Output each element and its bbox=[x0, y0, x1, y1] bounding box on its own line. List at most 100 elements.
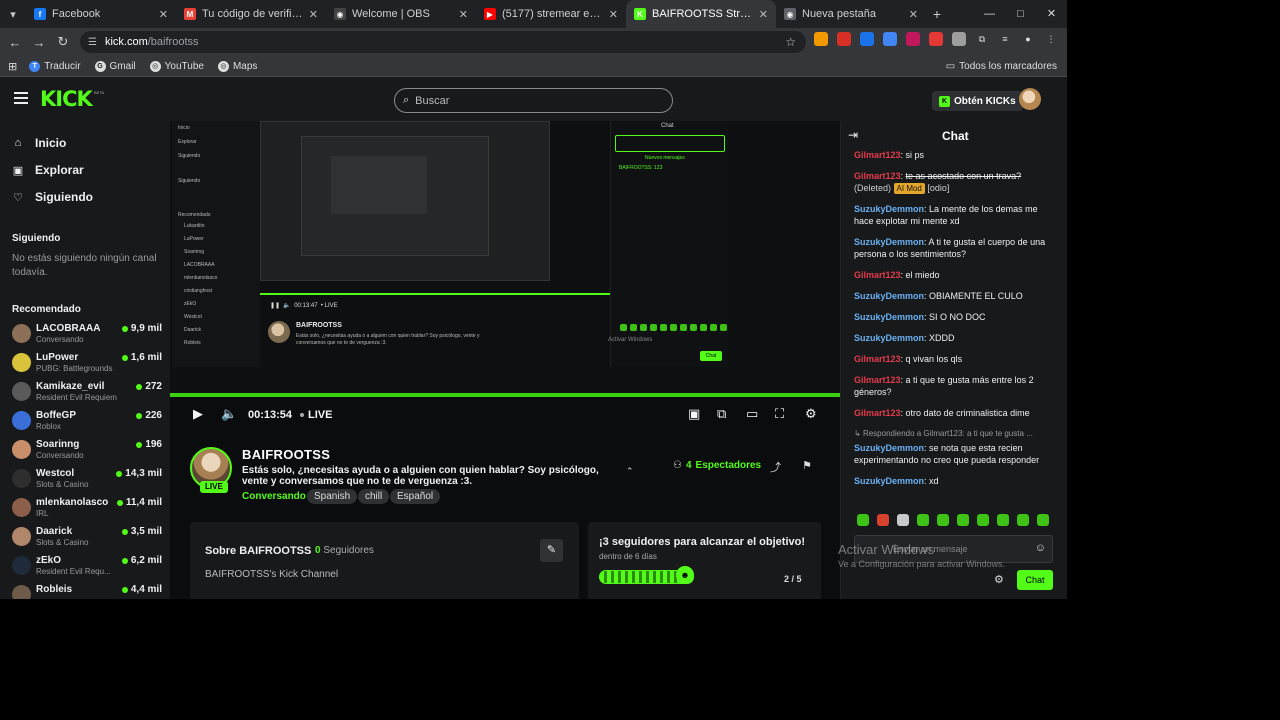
fullscreen-icon[interactable]: ⛶ bbox=[775, 406, 784, 422]
nav-home[interactable]: ⌂ Inicio bbox=[12, 136, 67, 150]
video-player[interactable]: Inicio Explorar Siguiendo Siguiendo Reco… bbox=[170, 121, 840, 393]
emote-icon[interactable] bbox=[957, 514, 969, 526]
emote-icon[interactable] bbox=[1037, 514, 1049, 526]
menu-icon[interactable] bbox=[14, 92, 28, 104]
maximize-icon[interactable]: □ bbox=[1005, 0, 1036, 28]
bookmark-gmail[interactable]: G Gmail bbox=[94, 60, 136, 72]
browser-tab[interactable]: ◉ Welcome | OBS ✕ bbox=[326, 0, 476, 28]
puzzle-icon[interactable]: ⧉ bbox=[975, 32, 989, 46]
chat-username[interactable]: SuzukyDemmon bbox=[854, 333, 924, 343]
reading-list-icon[interactable]: ≡ bbox=[998, 32, 1012, 46]
profile-icon[interactable]: ● bbox=[1021, 32, 1035, 46]
bookmark-maps[interactable]: ◎ Maps bbox=[217, 60, 257, 72]
extension-icon[interactable] bbox=[883, 32, 897, 46]
browser-tab[interactable]: f Facebook ✕ bbox=[26, 0, 176, 28]
chat-username[interactable]: SuzukyDemmon bbox=[854, 443, 924, 453]
stream-category[interactable]: Conversando bbox=[242, 491, 306, 502]
tag-chill[interactable]: chill bbox=[358, 489, 390, 504]
recommended-channel[interactable]: LuPower PUBG: Battlegrounds 1,6 mil bbox=[12, 349, 162, 377]
tab-close-icon[interactable]: ✕ bbox=[309, 8, 318, 21]
extension-icon[interactable] bbox=[952, 32, 966, 46]
recommended-channel[interactable]: Daarick Slots & Casino 3,5 mil bbox=[12, 523, 162, 551]
emote-icon[interactable] bbox=[877, 514, 889, 526]
extension-icon[interactable] bbox=[837, 32, 851, 46]
settings-gear-icon[interactable]: ⚙ bbox=[805, 406, 817, 422]
back-icon[interactable]: ← bbox=[3, 35, 27, 50]
collapse-chat-icon[interactable]: ⇥ bbox=[848, 128, 858, 142]
emote-icon[interactable] bbox=[937, 514, 949, 526]
chat-username[interactable]: SuzukyDemmon bbox=[854, 476, 924, 486]
emote-icon[interactable] bbox=[977, 514, 989, 526]
clip-icon[interactable]: ⧉ bbox=[717, 406, 726, 422]
recommended-channel[interactable]: zEkO Resident Evil Requ... 6,2 mil bbox=[12, 552, 162, 580]
get-kicks-button[interactable]: K Obtén KICKs bbox=[932, 91, 1023, 111]
recommended-channel[interactable]: Robleis 4,4 mil bbox=[12, 581, 162, 599]
chevron-up-icon[interactable]: ⌃ bbox=[626, 466, 634, 477]
play-icon[interactable]: ▶ bbox=[193, 406, 203, 422]
forward-icon[interactable]: → bbox=[27, 35, 51, 50]
address-bar[interactable]: ☰ kick.com/baifrootss ☆ bbox=[80, 31, 806, 53]
search-input[interactable]: ⌕ Buscar bbox=[394, 88, 673, 113]
emote-icon[interactable] bbox=[917, 514, 929, 526]
recommended-channel[interactable]: mlenkanolasco IRL 11,4 mil bbox=[12, 494, 162, 522]
tab-search-icon[interactable]: ▾ bbox=[0, 0, 26, 28]
share-icon[interactable]: ⤴ bbox=[770, 459, 781, 475]
report-icon[interactable]: ⚑ bbox=[802, 459, 812, 472]
recommended-channel[interactable]: Soarinng Conversando 196 bbox=[12, 436, 162, 464]
emoji-icon[interactable]: ☺ bbox=[1035, 542, 1046, 554]
bookmark-traducir[interactable]: T Traducir bbox=[29, 60, 81, 72]
tag-spanish[interactable]: Spanish bbox=[307, 489, 358, 504]
recommended-channel[interactable]: BoffeGP Roblox 226 bbox=[12, 407, 162, 435]
chat-settings-icon[interactable]: ⚙ bbox=[994, 573, 1004, 586]
site-info-icon[interactable]: ☰ bbox=[88, 37, 97, 48]
tag-espanol[interactable]: Español bbox=[390, 489, 441, 504]
volume-icon[interactable]: 🔈 bbox=[221, 406, 237, 422]
tab-close-icon[interactable]: ✕ bbox=[759, 8, 768, 21]
browser-tab[interactable]: ◉ Nueva pestaña ✕ bbox=[776, 0, 926, 28]
tab-close-icon[interactable]: ✕ bbox=[909, 8, 918, 21]
mini-player-icon[interactable]: ▣ bbox=[688, 406, 700, 422]
emote-icon[interactable] bbox=[857, 514, 869, 526]
tab-close-icon[interactable]: ✕ bbox=[459, 8, 468, 21]
bookmark-youtube[interactable]: ◎ YouTube bbox=[149, 60, 204, 72]
kick-logo[interactable]: KICK bbox=[40, 87, 93, 111]
chat-username[interactable]: SuzukyDemmon bbox=[854, 237, 924, 247]
chat-username[interactable]: Gilmart123 bbox=[854, 354, 901, 364]
recommended-channel[interactable]: Kamikaze_evil Resident Evil Requiem 272 bbox=[12, 378, 162, 406]
extension-icon[interactable] bbox=[860, 32, 874, 46]
chat-username[interactable]: Gilmart123 bbox=[854, 408, 901, 418]
emote-icon[interactable] bbox=[997, 514, 1009, 526]
bookmark-star-icon[interactable]: ☆ bbox=[785, 35, 796, 49]
nav-following[interactable]: ♡ Siguiendo bbox=[12, 190, 93, 204]
chat-send-button[interactable]: Chat bbox=[1017, 570, 1053, 590]
chat-username[interactable]: Gilmart123 bbox=[854, 150, 901, 160]
chat-username[interactable]: SuzukyDemmon bbox=[854, 312, 924, 322]
edit-pencil-icon[interactable]: ✎ bbox=[540, 539, 563, 562]
browser-tab[interactable]: K BAIFROOTSS Stream - Watc ✕ bbox=[626, 0, 776, 28]
extension-icon[interactable] bbox=[814, 32, 828, 46]
tab-close-icon[interactable]: ✕ bbox=[159, 8, 168, 21]
apps-grid-icon[interactable]: ⊞ bbox=[8, 60, 17, 73]
more-menu-icon[interactable]: ⋮ bbox=[1044, 32, 1058, 46]
streamer-name[interactable]: BAIFROOTSS bbox=[242, 447, 330, 462]
reload-icon[interactable]: ↻ bbox=[51, 34, 75, 50]
chat-username[interactable]: Gilmart123 bbox=[854, 270, 901, 280]
nav-explore[interactable]: ▣ Explorar bbox=[12, 163, 84, 177]
emote-icon[interactable] bbox=[1017, 514, 1029, 526]
recommended-channel[interactable]: LACOBRAAA Conversando 9,9 mil bbox=[12, 320, 162, 348]
minimize-icon[interactable]: — bbox=[974, 0, 1005, 28]
extension-icon[interactable] bbox=[929, 32, 943, 46]
close-window-icon[interactable]: ✕ bbox=[1036, 0, 1067, 28]
new-tab-button[interactable]: + bbox=[926, 6, 948, 22]
theater-mode-icon[interactable]: ▭ bbox=[746, 406, 758, 422]
browser-tab[interactable]: ▶ (5177) stremear en kick por o ✕ bbox=[476, 0, 626, 28]
chat-username[interactable]: Gilmart123 bbox=[854, 171, 901, 181]
user-avatar[interactable] bbox=[1019, 88, 1041, 110]
tab-close-icon[interactable]: ✕ bbox=[609, 8, 618, 21]
chat-username[interactable]: Gilmart123 bbox=[854, 375, 901, 385]
chat-username[interactable]: SuzukyDemmon bbox=[854, 291, 924, 301]
chat-username[interactable]: SuzukyDemmon bbox=[854, 204, 924, 214]
extension-icon[interactable] bbox=[906, 32, 920, 46]
all-bookmarks[interactable]: ▭ Todos los marcadores bbox=[946, 61, 1057, 72]
browser-tab[interactable]: M Tu código de verificación de ✕ bbox=[176, 0, 326, 28]
